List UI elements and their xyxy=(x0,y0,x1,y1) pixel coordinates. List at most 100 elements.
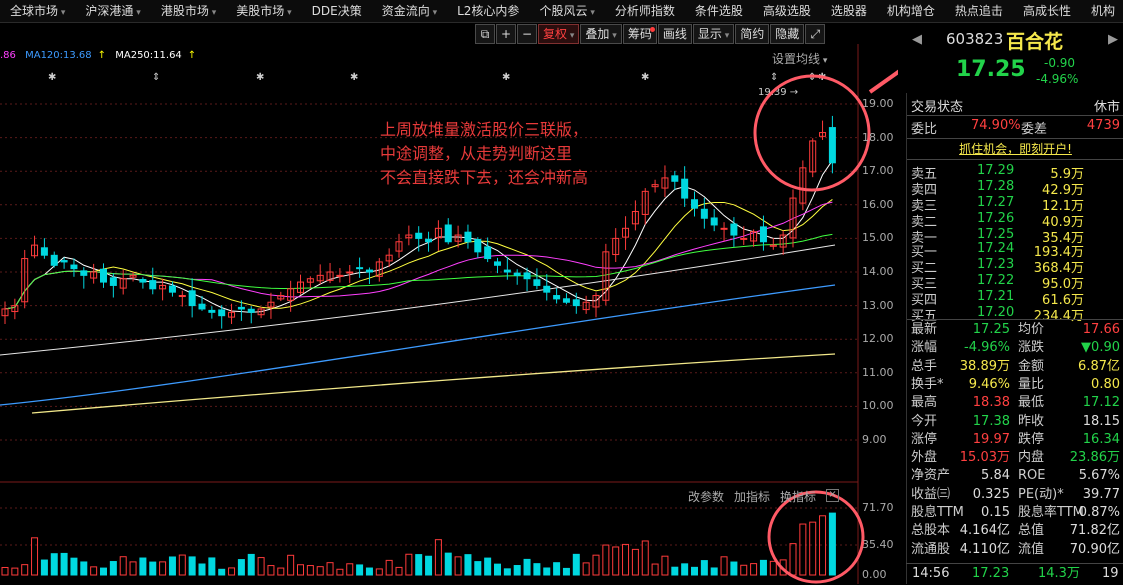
stat-value: 17.25 xyxy=(972,322,1010,337)
volume-bar xyxy=(129,561,137,576)
candle-body xyxy=(710,217,718,226)
stat-value: ▼0.90 xyxy=(1081,340,1120,356)
stats-row: 收益㈢ 0.325 PE(动)* 39.77 xyxy=(907,486,1123,504)
stats-row: 净资产 5.84 ROE 5.67% xyxy=(907,467,1123,485)
volume-bar xyxy=(474,561,482,576)
stat-label: 流通股 xyxy=(911,541,951,557)
candle-body xyxy=(484,246,492,260)
weibi-value: 74.90% xyxy=(971,118,1021,133)
indicator-toolbar: 改参数 加指标 换指标 × xyxy=(688,488,849,505)
candle-body xyxy=(356,267,364,270)
stat-value: 0.15 xyxy=(981,505,1010,520)
volume-bar xyxy=(375,568,383,576)
volume-bar xyxy=(119,556,127,576)
stat-value: 4.164亿 xyxy=(959,523,1010,539)
stat-label: 股息TTM xyxy=(911,505,964,520)
candle-body xyxy=(139,278,147,283)
volume-bar xyxy=(494,563,501,576)
stat-label: 量比 xyxy=(1018,376,1045,392)
stat-label: 跌停 xyxy=(1018,431,1045,447)
stat-value: 70.90亿 xyxy=(1069,541,1120,557)
candle-body xyxy=(149,280,157,290)
volume-bar xyxy=(533,563,541,576)
volume-bar xyxy=(60,552,68,576)
volume-bar xyxy=(159,561,167,576)
volume-bar xyxy=(395,566,403,576)
volume-bar xyxy=(425,555,433,576)
stat-value: 5.84 xyxy=(981,468,1010,484)
price-tick: 13.00 xyxy=(862,298,894,312)
ma250-line xyxy=(31,353,836,414)
price-tick: 9.00 xyxy=(862,433,887,446)
candle-body xyxy=(474,239,482,253)
price-tick: 16.00 xyxy=(862,197,894,211)
menu-item-15[interactable]: 机构 xyxy=(1081,0,1123,22)
stock-name: 百合花 xyxy=(1006,31,1064,53)
tick-volume: 14.3万 xyxy=(1038,566,1080,581)
volume-bar xyxy=(277,567,285,576)
volume-bar xyxy=(809,521,817,576)
divider xyxy=(907,319,1123,320)
stats-row: 股息TTM 0.15 股息率TTM 0.87% xyxy=(907,504,1123,522)
volume-bar xyxy=(523,558,531,576)
stat-value: 17.66 xyxy=(1082,322,1120,337)
volume-bar xyxy=(710,567,718,576)
swap-indicator-button[interactable]: 换指标 xyxy=(780,488,816,505)
volume-bar xyxy=(80,561,88,576)
volume-bar xyxy=(631,548,639,576)
prev-stock-icon[interactable]: ◀ xyxy=(912,32,922,47)
candle-body xyxy=(671,175,679,182)
orderbook-price: 17.26 xyxy=(977,211,1015,226)
orderbook-price: 17.21 xyxy=(977,289,1015,304)
volume-bar xyxy=(503,568,511,576)
menu-item-13[interactable]: 热点追击 xyxy=(945,0,1013,22)
candle-body xyxy=(208,309,216,313)
stock-code: 603823 xyxy=(946,30,1004,48)
candle-body xyxy=(494,261,501,266)
candle-body xyxy=(346,271,354,274)
last-tick-row: 14:56 17.23 14.3万 19 xyxy=(906,563,1123,585)
close-indicator-icon[interactable]: × xyxy=(826,489,840,502)
tick-price: 17.23 xyxy=(972,566,1010,581)
candle-body xyxy=(40,247,48,256)
price-tick: 17.00 xyxy=(862,164,894,178)
stat-label: 涨停 xyxy=(911,431,938,447)
ma-line xyxy=(4,199,833,310)
menu-item-14[interactable]: 高成长性 xyxy=(1013,0,1081,22)
candle-body xyxy=(168,285,176,293)
stat-label: 净资产 xyxy=(911,468,951,484)
annotation-line-1: 上周放堆量激活股价三联版， xyxy=(380,120,589,139)
weicha-label: 委差 xyxy=(1021,122,1048,137)
volume-bar xyxy=(326,562,334,576)
candle-body xyxy=(188,290,196,307)
stat-value: 39.77 xyxy=(1082,486,1120,502)
stat-label: 最低 xyxy=(1018,395,1045,411)
next-stock-icon[interactable]: ▶ xyxy=(1108,32,1118,47)
volume-tick: 71.70 xyxy=(862,501,894,514)
price-tick: 19.00 xyxy=(862,97,894,110)
stats-row: 最高 18.38 最低 17.12 xyxy=(907,394,1123,412)
divider xyxy=(907,115,1123,116)
weicha-value: 4739 xyxy=(1086,118,1120,133)
orderbook-price: 17.24 xyxy=(977,241,1015,256)
volume-bar xyxy=(612,546,620,576)
volume-bar xyxy=(1,566,9,576)
volume-bar xyxy=(681,563,689,576)
volume-bar xyxy=(385,559,393,576)
add-indicator-button[interactable]: 加指标 xyxy=(734,488,770,505)
ma-line xyxy=(4,201,833,310)
price-tick: 11.00 xyxy=(862,365,894,379)
volume-bar xyxy=(641,540,649,576)
candle-body xyxy=(464,231,472,243)
candle-body xyxy=(425,238,433,243)
stat-label: PE(动)* xyxy=(1018,486,1064,502)
edit-params-button[interactable]: 改参数 xyxy=(688,488,724,505)
candle-body xyxy=(109,277,117,286)
stat-value: 0.325 xyxy=(972,486,1010,502)
volume-bar xyxy=(553,562,561,576)
candle-body xyxy=(415,232,423,239)
volume-bar xyxy=(513,565,521,576)
stat-label: 涨跌 xyxy=(1018,340,1045,356)
open-account-link[interactable]: 抓住机会，即刻开户! xyxy=(907,140,1123,157)
stat-value: 4.110亿 xyxy=(959,541,1010,557)
